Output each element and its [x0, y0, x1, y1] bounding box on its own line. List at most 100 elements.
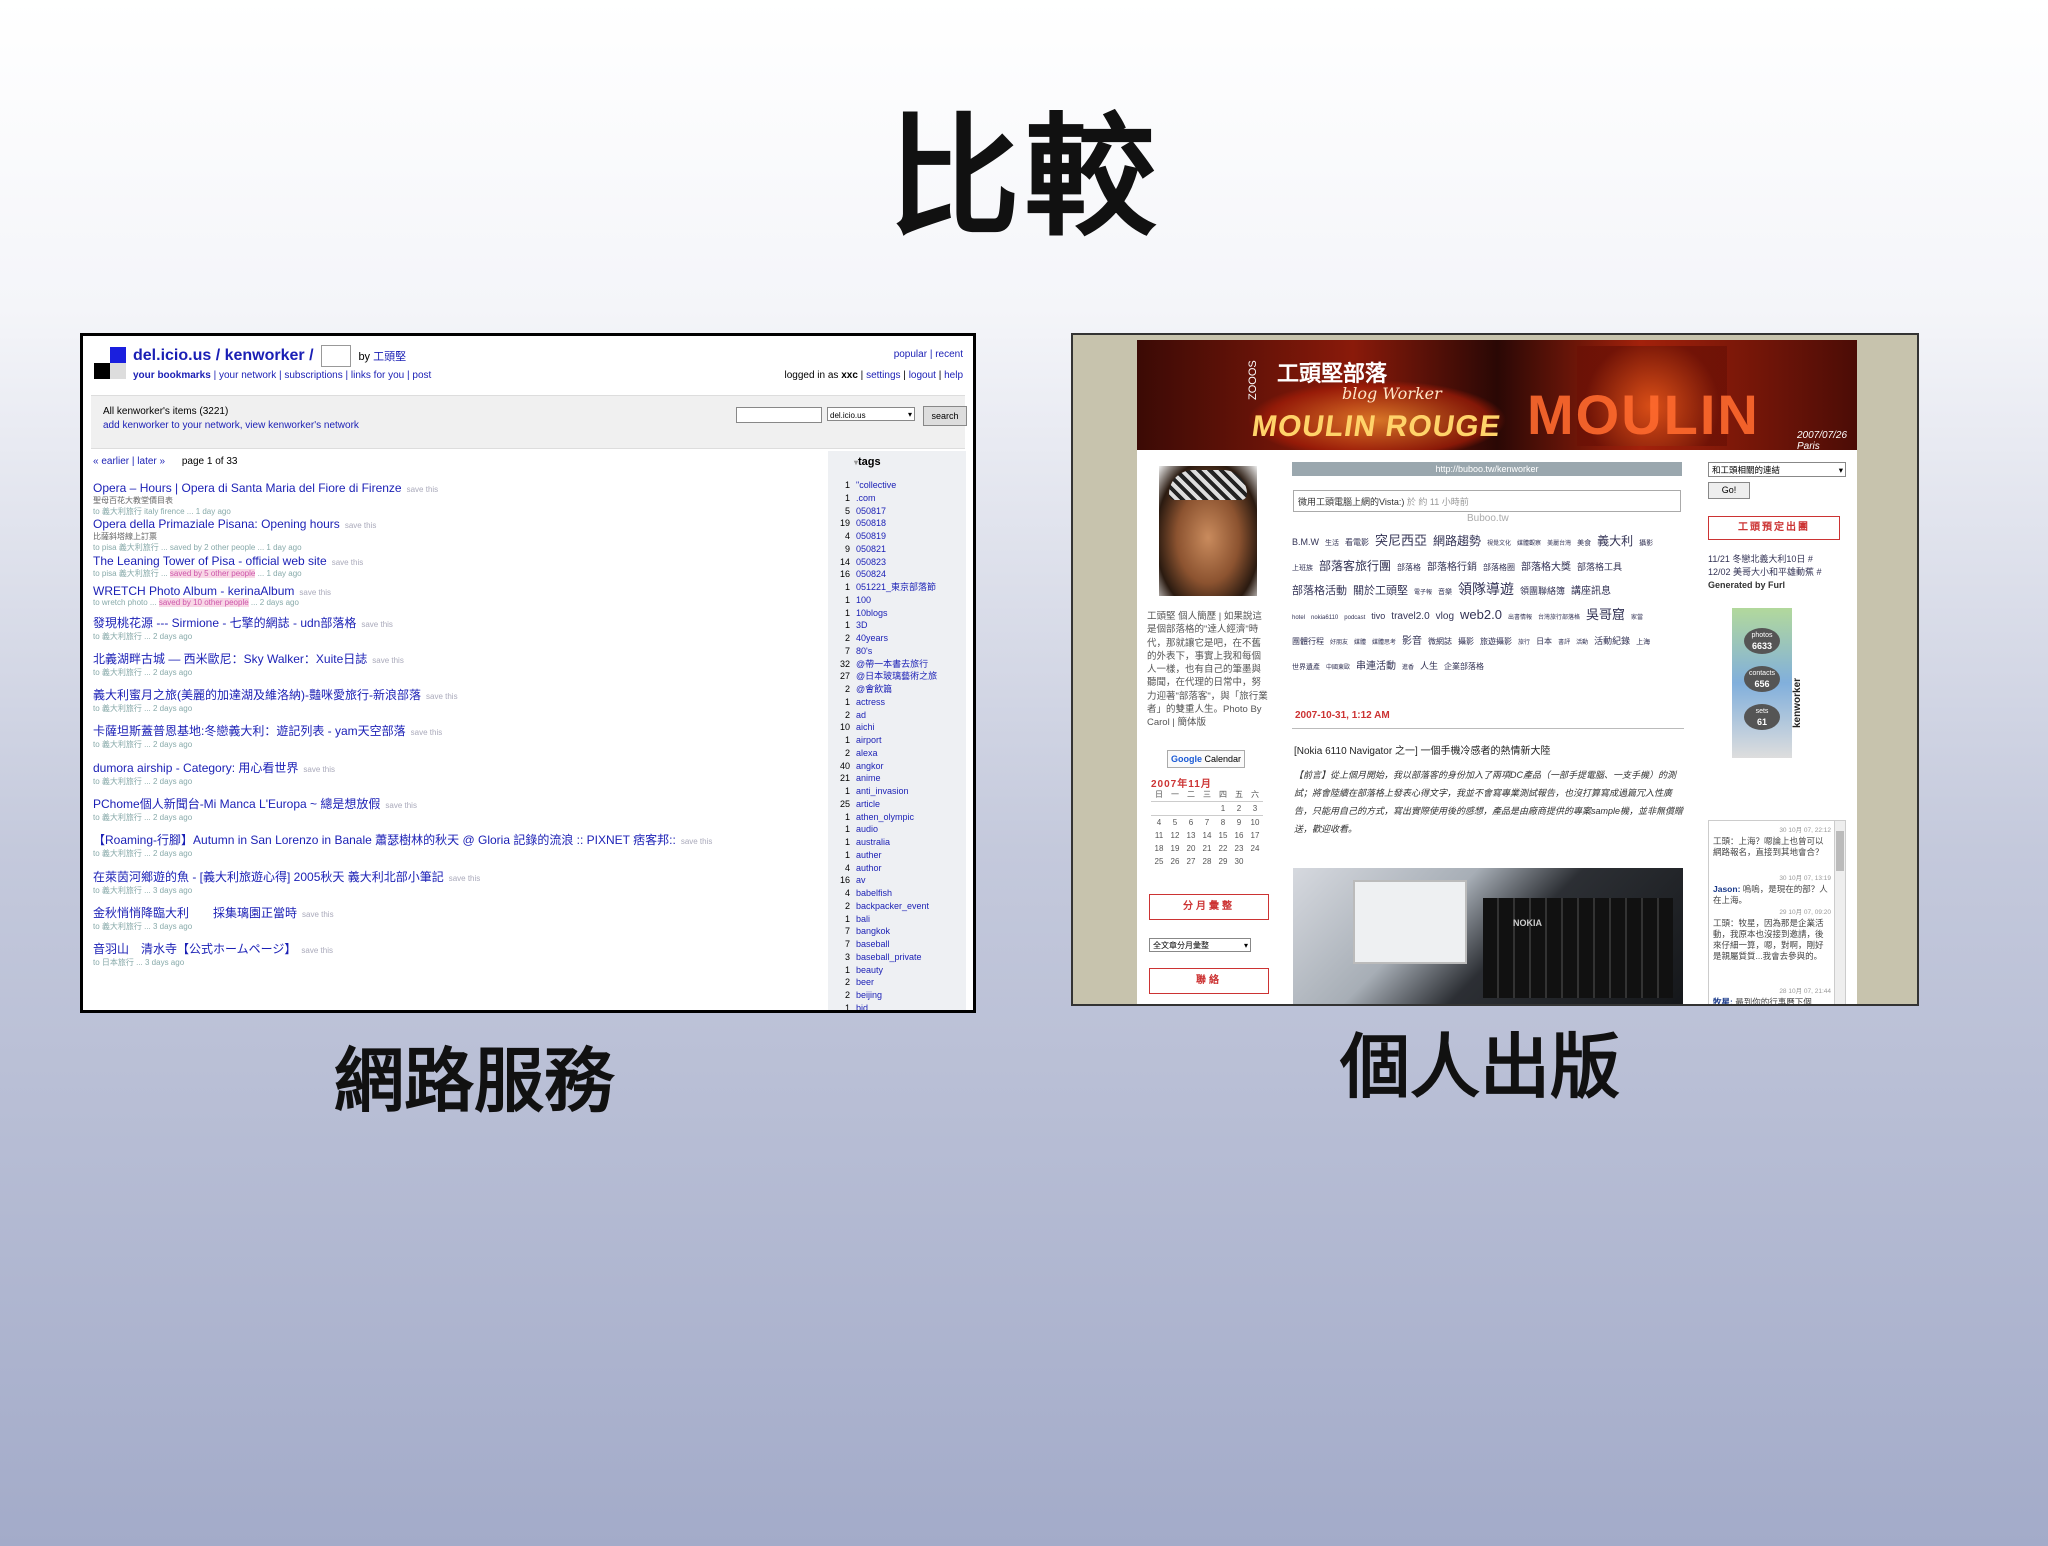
- calendar-day[interactable]: 13: [1183, 829, 1199, 842]
- bookmark-link[interactable]: dumora airship - Category: 用心看世界: [93, 761, 298, 775]
- cloud-tag[interactable]: 部落格大獎: [1521, 562, 1571, 573]
- cloud-tag[interactable]: 部落格工具: [1577, 562, 1622, 572]
- site-link[interactable]: del.icio.us: [133, 347, 211, 364]
- save-this-link[interactable]: save this: [302, 910, 334, 919]
- nav-your-bookmarks[interactable]: your bookmarks: [133, 370, 211, 381]
- cloud-tag[interactable]: 部落格: [1397, 563, 1421, 572]
- cloud-tag[interactable]: 好朋友: [1330, 640, 1348, 646]
- tag-link[interactable]: 80's: [856, 646, 872, 656]
- bookmark-link[interactable]: 北義湖畔古城 — 西米歐尼：Sky Walker：Xuite日誌: [93, 652, 367, 666]
- scrollbar[interactable]: [1834, 821, 1845, 1004]
- nav-subscriptions[interactable]: subscriptions: [284, 370, 342, 381]
- google-calendar-button[interactable]: Google Calendar: [1167, 750, 1245, 768]
- cloud-tag[interactable]: 關於工頭堅: [1353, 585, 1408, 597]
- calendar-day[interactable]: 29: [1215, 855, 1231, 868]
- save-this-link[interactable]: save this: [301, 946, 333, 955]
- calendar-day[interactable]: 2: [1231, 801, 1247, 816]
- calendar-day[interactable]: 18: [1151, 842, 1167, 855]
- calendar-day[interactable]: 24: [1247, 842, 1263, 855]
- cloud-tag[interactable]: 活動: [1576, 640, 1588, 646]
- tag-link[interactable]: alexa: [856, 748, 878, 758]
- calendar-day[interactable]: 3: [1247, 801, 1263, 816]
- tag-link[interactable]: beer: [856, 977, 874, 987]
- tour-item[interactable]: 11/21 冬戀北義大利10日 #: [1708, 553, 1848, 566]
- microblog-url[interactable]: http://buboo.tw/kenworker: [1292, 462, 1682, 476]
- calendar-day[interactable]: 27: [1183, 855, 1199, 868]
- bookmark-link[interactable]: 金秋悄悄降臨大利 採集璃園正當時: [93, 906, 297, 920]
- tag-link[interactable]: beauty: [856, 965, 883, 975]
- flickr-badge[interactable]: photos 6633 contacts 656 sets 61 kenworker: [1722, 608, 1832, 768]
- comment-box[interactable]: 30 10月 07, 22:12 工頭：上海？嗯論上也曾可以網路報名，直接到其地會…: [1708, 820, 1846, 1004]
- cloud-tag[interactable]: 出書情報: [1508, 615, 1532, 621]
- search-input[interactable]: [736, 407, 822, 423]
- tour-item[interactable]: 12/02 美哥大小和平雄動蕉 #: [1708, 566, 1848, 579]
- help-link[interactable]: help: [944, 370, 963, 381]
- tag-link[interactable]: 050818: [856, 518, 886, 528]
- tag-link[interactable]: australia: [856, 837, 890, 847]
- bookmark-link[interactable]: PChome個人新聞台-Mi Manca L'Europa ~ 總是想放假: [93, 797, 380, 811]
- tag-link[interactable]: bangkok: [856, 926, 890, 936]
- save-this-link[interactable]: save this: [299, 588, 331, 597]
- calendar-day[interactable]: 4: [1151, 816, 1167, 830]
- cloud-tag[interactable]: 媒體觀察: [1517, 541, 1541, 547]
- cloud-tag[interactable]: 影音: [1402, 636, 1422, 647]
- bookmark-link[interactable]: Opera – Hours | Opera di Santa Maria del…: [93, 481, 402, 495]
- tag-link[interactable]: baseball: [856, 939, 890, 949]
- later-link[interactable]: later »: [137, 456, 165, 467]
- calendar-day[interactable]: 11: [1151, 829, 1167, 842]
- cloud-tag[interactable]: 講座訊息: [1571, 586, 1611, 597]
- cloud-tag[interactable]: 團體行程: [1292, 637, 1324, 646]
- calendar-day[interactable]: 6: [1183, 816, 1199, 830]
- tag-link[interactable]: athen_olympic: [856, 812, 914, 822]
- tag-link[interactable]: .com: [856, 493, 876, 503]
- save-this-link[interactable]: save this: [345, 521, 377, 530]
- cloud-tag[interactable]: vlog: [1436, 611, 1454, 622]
- tag-link[interactable]: 050823: [856, 557, 886, 567]
- save-this-link[interactable]: save this: [372, 656, 404, 665]
- calendar-day[interactable]: 8: [1215, 816, 1231, 830]
- tag-link[interactable]: article: [856, 799, 880, 809]
- tag-link[interactable]: av: [856, 875, 866, 885]
- cloud-tag[interactable]: B.M.W: [1292, 537, 1319, 547]
- save-this-link[interactable]: save this: [332, 558, 364, 567]
- save-this-link[interactable]: save this: [681, 837, 713, 846]
- author-link[interactable]: 工頭堅: [373, 351, 406, 363]
- calendar-day[interactable]: 28: [1199, 855, 1215, 868]
- bookmark-link[interactable]: 發現桃花源 --- Sirmione - 七擎的網誌 - udn部落格: [93, 616, 356, 630]
- tag-link[interactable]: 050817: [856, 506, 886, 516]
- post-title[interactable]: [Nokia 6110 Navigator 之一] 一個手機冷感者的熱情新大陸: [1294, 742, 1551, 757]
- cloud-tag[interactable]: 部落格行銷: [1427, 562, 1477, 573]
- bookmark-link[interactable]: 卡薩坦斯蓋普恩基地:冬戀義大利：遊記列表 - yam天空部落: [93, 724, 406, 738]
- cloud-tag[interactable]: 世界遺產: [1292, 664, 1320, 671]
- tag-link[interactable]: baseball_private: [856, 952, 922, 962]
- save-this-link[interactable]: save this: [407, 485, 439, 494]
- calendar-day[interactable]: [1151, 801, 1167, 816]
- search-scope-select[interactable]: del.icio.us ▾: [827, 407, 915, 421]
- user-link[interactable]: kenworker: [225, 347, 305, 364]
- save-this-link[interactable]: save this: [426, 692, 458, 701]
- cloud-tag[interactable]: 人生: [1420, 661, 1438, 671]
- save-this-link[interactable]: save this: [303, 765, 335, 774]
- cloud-tag[interactable]: 網路趨勢: [1433, 534, 1481, 548]
- calendar-day[interactable]: 20: [1183, 842, 1199, 855]
- cloud-tag[interactable]: 旅遊攝影: [1480, 637, 1512, 646]
- tag-link[interactable]: 10blogs: [856, 608, 888, 618]
- cloud-tag[interactable]: 進香: [1402, 665, 1414, 671]
- cloud-tag[interactable]: tivo: [1371, 611, 1385, 621]
- tag-link[interactable]: audio: [856, 824, 878, 834]
- tag-link[interactable]: @會飲篇: [856, 684, 892, 694]
- calendar-day[interactable]: 9: [1231, 816, 1247, 830]
- cloud-tag[interactable]: 攝影: [1458, 637, 1474, 646]
- cloud-tag[interactable]: 上海: [1636, 639, 1650, 646]
- calendar-day[interactable]: 12: [1167, 829, 1183, 842]
- cloud-tag[interactable]: 書評: [1558, 640, 1570, 646]
- bookmark-link[interactable]: The Leaning Tower of Pisa - official web…: [93, 554, 327, 568]
- tag-link[interactable]: bali: [856, 914, 870, 924]
- calendar-day[interactable]: 16: [1231, 829, 1247, 842]
- tag-link[interactable]: anti_invasion: [856, 786, 909, 796]
- saved-by-badge[interactable]: saved by 10 other people: [158, 597, 249, 607]
- cloud-tag[interactable]: travel2.0: [1391, 611, 1429, 622]
- tag-link[interactable]: 40years: [856, 633, 888, 643]
- cloud-tag[interactable]: hotel: [1292, 615, 1305, 621]
- cloud-tag[interactable]: 上班族: [1292, 565, 1313, 572]
